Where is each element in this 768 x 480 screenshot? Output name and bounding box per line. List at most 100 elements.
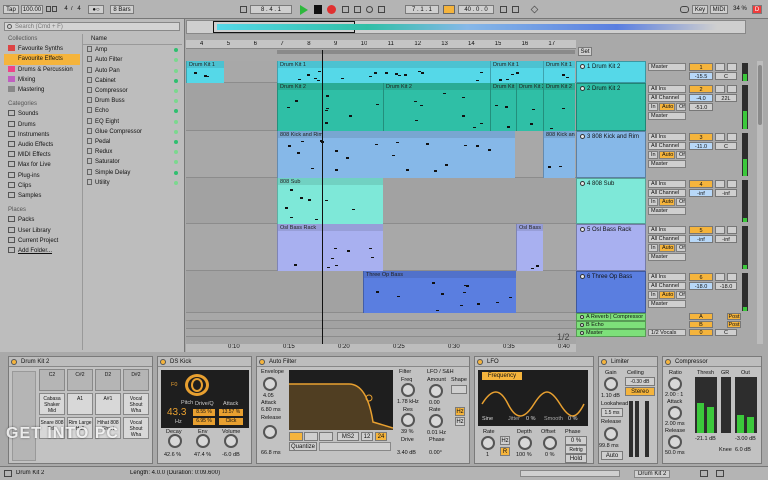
volume-field[interactable]: -18.0	[689, 282, 713, 290]
device-power-icon[interactable]	[160, 359, 166, 365]
arm-button[interactable]	[727, 133, 737, 141]
gain-knob[interactable]	[604, 377, 618, 391]
sidebar-item-max-for-live[interactable]: Max for Live	[4, 160, 80, 170]
rate-knob[interactable]	[429, 414, 443, 428]
device-power-icon[interactable]	[11, 359, 17, 365]
release-value[interactable]: 66.8 ms	[261, 450, 281, 456]
track-activator-button[interactable]: 1	[689, 63, 713, 71]
filter-type-hp[interactable]	[304, 432, 318, 441]
arm-button[interactable]	[727, 273, 737, 281]
send-field[interactable]: -51.0	[689, 103, 713, 111]
sync-button[interactable]: R	[500, 447, 510, 456]
pencil-icon[interactable]	[530, 5, 539, 14]
track-activator-icon[interactable]	[580, 315, 584, 319]
monitor-in-button[interactable]: In	[648, 151, 658, 159]
monitor-auto-button[interactable]: Auto	[659, 244, 675, 252]
name-column-header[interactable]: Name	[83, 34, 182, 46]
track-header[interactable]: 2 Drum Kit 2	[576, 83, 646, 131]
draw-mode-icon[interactable]	[378, 6, 385, 13]
sidebar-item-user-library[interactable]: User Library	[4, 226, 80, 236]
stop-icon[interactable]	[314, 5, 322, 14]
monitor-off-button[interactable]: Off	[676, 151, 686, 159]
drum-pad[interactable]: C#2	[67, 369, 93, 391]
track-activator-icon[interactable]	[580, 331, 584, 335]
track-activator-button[interactable]: 2	[689, 85, 713, 93]
filter-circuit-ms2[interactable]: MS2	[337, 432, 359, 441]
return-track-header[interactable]: A Reverb | Compressor	[576, 313, 646, 321]
quantize-button[interactable]: Quantize	[289, 442, 317, 451]
pan-field[interactable]: 22L	[715, 94, 737, 102]
monitor-auto-button[interactable]: Auto	[659, 103, 675, 111]
solo-button[interactable]	[715, 226, 725, 234]
punch-out-icon[interactable]	[512, 6, 519, 13]
browser-item[interactable]: Auto Pan	[83, 66, 182, 76]
env-knob[interactable]	[196, 434, 210, 448]
sidebar-item-instruments[interactable]: Instruments	[4, 130, 80, 140]
pan-field[interactable]: -inf	[715, 189, 737, 197]
jitter-value[interactable]: 0 %	[526, 416, 535, 422]
quantize-menu[interactable]: 8 Bars	[110, 5, 134, 14]
drum-pad[interactable]: D2	[95, 369, 121, 391]
attack-value[interactable]: 6.80 ms	[261, 407, 281, 413]
output-menu[interactable]: Master	[648, 63, 686, 71]
phase-field[interactable]: 0 %	[565, 436, 587, 445]
input-type-menu[interactable]: All Ins	[648, 133, 686, 141]
track-activator-button[interactable]: 6	[689, 273, 713, 281]
browser-item[interactable]: Auto Filter	[83, 55, 182, 65]
volume-field[interactable]: -15.5	[689, 72, 713, 80]
sidebar-item-packs[interactable]: Packs	[4, 215, 80, 225]
pan-field[interactable]: C	[715, 72, 737, 80]
device-power-icon[interactable]	[477, 359, 483, 365]
sidebar-item-drums-cat[interactable]: Drums	[4, 120, 80, 130]
release-knob[interactable]	[668, 435, 682, 449]
drum-pad[interactable]: C2	[39, 369, 65, 391]
slope-12-button[interactable]: 12	[361, 432, 373, 441]
input-type-menu[interactable]: All Ins	[648, 85, 686, 93]
browser-item[interactable]: Amp	[83, 45, 182, 55]
device-power-icon[interactable]	[601, 359, 607, 365]
record-icon[interactable]	[327, 5, 336, 14]
view-toggle-icon[interactable]	[716, 470, 724, 477]
sidebar-item-plugins[interactable]: Plug-ins	[4, 171, 80, 181]
input-type-menu[interactable]: All Ins	[648, 180, 686, 188]
input-channel-menu[interactable]: All Channel	[648, 142, 686, 150]
device-title-bar[interactable]: LFO	[475, 357, 593, 367]
clip[interactable]: Osl Bass Rack	[516, 224, 543, 271]
input-channel-menu[interactable]: All Channel	[648, 235, 686, 243]
loop-icon[interactable]	[443, 5, 455, 14]
play-icon[interactable]	[300, 5, 308, 15]
amount-knob[interactable]	[429, 384, 443, 398]
filter-display[interactable]	[289, 370, 394, 430]
browser-item[interactable]: Redux	[83, 147, 182, 157]
sidebar-item-midi-effects[interactable]: MIDI Effects	[4, 150, 80, 160]
res-knob[interactable]	[401, 413, 415, 427]
sidebar-item-audio-effects[interactable]: Audio Effects	[4, 140, 80, 150]
browser-item[interactable]: Compressor	[83, 86, 182, 96]
beat-ruler[interactable]: 4 5 6 7 8 9 10 11 12 13 14 15 16 17	[186, 40, 576, 49]
scrollbar-thumb[interactable]	[758, 65, 762, 125]
input-channel-menu[interactable]: All Channel	[648, 94, 686, 102]
arrangement-overview[interactable]	[186, 20, 746, 34]
clip[interactable]: Drum Kit 2	[277, 83, 383, 131]
attack-field[interactable]: 13.57 %	[219, 409, 243, 416]
sidebar-item-add-folder[interactable]: Add Folder...	[4, 246, 80, 256]
nudge-up-icon[interactable]	[52, 6, 57, 12]
clip[interactable]: Drum Kit 2	[383, 83, 490, 131]
arm-button[interactable]	[727, 85, 737, 93]
click-button[interactable]: Click	[219, 418, 243, 425]
punch-in-icon[interactable]	[500, 6, 507, 13]
sidebar-item-favourite-effects[interactable]: Favourite Effects	[4, 54, 80, 65]
clip[interactable]: Drum Kit 1	[277, 61, 492, 83]
solo-button[interactable]	[715, 273, 725, 281]
input-channel-menu[interactable]: All Channel	[648, 189, 686, 197]
return-track-header[interactable]: Master	[576, 329, 646, 337]
pre-post-button[interactable]: Post	[727, 321, 741, 328]
track-activator-button[interactable]: 3	[689, 133, 713, 141]
sidebar-item-drums[interactable]: Drums & Percussion	[4, 65, 80, 75]
track-activator-icon[interactable]	[580, 134, 585, 139]
track-header[interactable]: 3 808 Kick and Rim	[576, 131, 646, 178]
detail-toggle-icon[interactable]	[700, 470, 708, 477]
monitor-off-button[interactable]: Off	[676, 291, 686, 299]
drum-pad[interactable]: Vocal Shout Wha	[123, 417, 149, 439]
volume-field[interactable]: -4.0	[689, 94, 713, 102]
